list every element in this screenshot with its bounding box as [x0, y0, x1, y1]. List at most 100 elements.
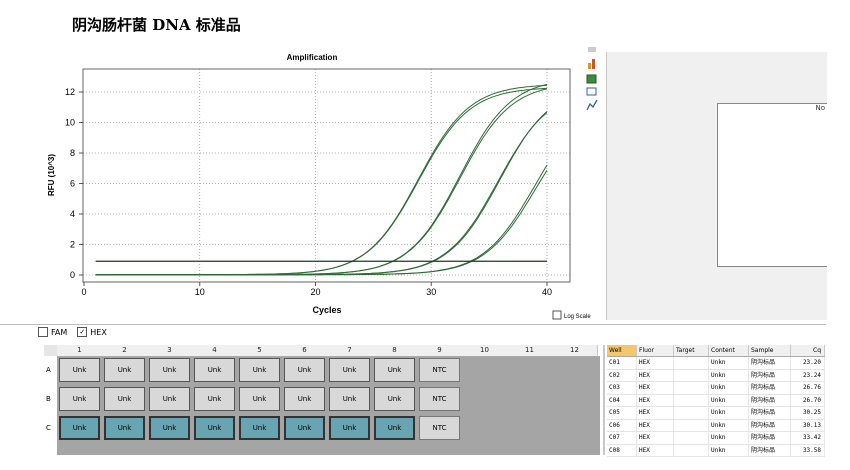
plate-well[interactable]: NTC [419, 416, 460, 440]
plate-well[interactable]: Unk [329, 387, 370, 411]
plate-column-header[interactable]: 12 [552, 345, 598, 357]
table-row[interactable]: C02 HEX Unkn 阴沟标品 23.24 [607, 369, 825, 382]
table-cell: C02 [607, 369, 637, 381]
y-tick-label: 12 [65, 87, 75, 97]
fam-toggle[interactable]: FAM [38, 327, 67, 337]
vertical-divider [603, 345, 605, 455]
table-row[interactable]: C06 HEX Unkn 阴沟标品 30.13 [607, 419, 825, 432]
plate-well[interactable]: Unk [194, 358, 235, 382]
table-cell: 阴沟标品 [749, 369, 791, 381]
table-cell [674, 382, 709, 394]
plate-column-header[interactable]: 2 [102, 345, 148, 357]
plate-well[interactable]: Unk [194, 416, 235, 440]
plate-well[interactable]: Unk [239, 416, 280, 440]
plate-well[interactable]: Unk [59, 416, 100, 440]
table-cell: HEX [637, 394, 674, 406]
plate-well[interactable]: Unk [59, 358, 100, 382]
view-icon[interactable] [586, 87, 597, 96]
table-cell: HEX [637, 382, 674, 394]
plate-well[interactable]: Unk [149, 416, 190, 440]
table-row[interactable]: C01 HEX Unkn 阴沟标品 23.20 [607, 357, 825, 370]
fam-checkbox[interactable] [38, 327, 48, 337]
plate-column-header[interactable]: 8 [372, 345, 418, 357]
log-scale-checkbox[interactable] [552, 310, 562, 320]
table-cell [674, 394, 709, 406]
table-cell: 30.25 [791, 407, 825, 419]
table-cell: C01 [607, 357, 637, 369]
plate-well[interactable]: Unk [374, 387, 415, 411]
table-cell: Unkn [709, 407, 749, 419]
table-cell: C06 [607, 419, 637, 431]
trend-icon[interactable] [586, 99, 598, 111]
hex-toggle[interactable]: ✓ HEX [77, 327, 107, 337]
column-header-well[interactable]: Well [607, 345, 637, 356]
table-cell: Unkn [709, 394, 749, 406]
plate-well[interactable]: NTC [419, 358, 460, 382]
plate-well[interactable]: Unk [329, 358, 370, 382]
plate-well[interactable]: Unk [374, 416, 415, 440]
plate-column-header[interactable]: 7 [327, 345, 373, 357]
panel-divider [0, 324, 826, 325]
table-cell: 23.20 [791, 357, 825, 369]
results-table: Well Fluor Target Content Sample Cq C01 HEX Unkn… [607, 345, 825, 457]
table-cell: Unkn [709, 382, 749, 394]
column-header-target[interactable]: Target [674, 345, 709, 356]
amplification-curve [95, 87, 548, 276]
table-cell: C05 [607, 407, 637, 419]
plate-well[interactable]: Unk [239, 358, 280, 382]
plate-well[interactable]: Unk [329, 416, 370, 440]
plate-column-header[interactable]: 4 [192, 345, 238, 357]
table-row[interactable]: C07 HEX Unkn 阴沟标品 33.42 [607, 432, 825, 445]
table-cell: HEX [637, 407, 674, 419]
table-cell: Unkn [709, 432, 749, 444]
plate-row-header[interactable]: C [44, 414, 57, 443]
plate-well[interactable]: Unk [149, 358, 190, 382]
table-cell: 阴沟标品 [749, 432, 791, 444]
table-cell [674, 407, 709, 419]
plate-well[interactable]: Unk [374, 358, 415, 382]
plate-column-header[interactable]: 3 [147, 345, 193, 357]
column-header-fluor[interactable]: Fluor [637, 345, 674, 356]
table-cell: 阴沟标品 [749, 357, 791, 369]
table-row[interactable]: C08 HEX Unkn 阴沟标品 33.58 [607, 444, 825, 457]
export-icon[interactable] [586, 74, 597, 84]
table-cell: HEX [637, 432, 674, 444]
plate-column-header[interactable]: 11 [507, 345, 553, 357]
amplification-curve [95, 164, 548, 276]
plate-well[interactable]: Unk [284, 416, 325, 440]
table-cell: 阴沟标品 [749, 444, 791, 456]
plate-well[interactable]: Unk [104, 387, 145, 411]
plate-well[interactable]: Unk [194, 387, 235, 411]
plate-row-header[interactable]: A [44, 356, 57, 385]
bar-chart-icon[interactable] [588, 59, 595, 69]
column-header-cq[interactable]: Cq [791, 345, 825, 356]
plate-row-header[interactable]: B [44, 385, 57, 414]
plate-well[interactable]: Unk [149, 387, 190, 411]
plate-column-header[interactable]: 9 [417, 345, 463, 357]
log-scale-label: Log Scale [564, 314, 591, 320]
copy-icon[interactable] [588, 47, 596, 52]
plate-column-header[interactable]: 1 [57, 345, 103, 357]
hex-checkbox[interactable]: ✓ [77, 327, 88, 337]
plate-well[interactable]: Unk [284, 358, 325, 382]
plate-well[interactable]: Unk [284, 387, 325, 411]
x-tick-label: 10 [195, 287, 205, 297]
table-row[interactable]: C04 HEX Unkn 阴沟标品 26.70 [607, 394, 825, 407]
chart-toolbar [586, 47, 598, 111]
plate-well[interactable]: Unk [104, 358, 145, 382]
table-row[interactable]: C05 HEX Unkn 阴沟标品 30.25 [607, 407, 825, 420]
table-row[interactable]: C03 HEX Unkn 阴沟标品 26.76 [607, 382, 825, 395]
plate-well[interactable]: Unk [104, 416, 145, 440]
secondary-chart-box: No [717, 103, 827, 267]
plate-well[interactable]: NTC [419, 387, 460, 411]
plate-well[interactable]: Unk [59, 387, 100, 411]
plate-column-header[interactable]: 10 [462, 345, 508, 357]
column-header-content[interactable]: Content [709, 345, 749, 356]
column-header-sample[interactable]: Sample [749, 345, 791, 356]
table-cell: Unkn [709, 444, 749, 456]
table-cell: HEX [637, 357, 674, 369]
plate-column-header[interactable]: 5 [237, 345, 283, 357]
plate-column-header[interactable]: 6 [282, 345, 328, 357]
plate-well[interactable]: Unk [239, 387, 280, 411]
table-cell: 23.24 [791, 369, 825, 381]
